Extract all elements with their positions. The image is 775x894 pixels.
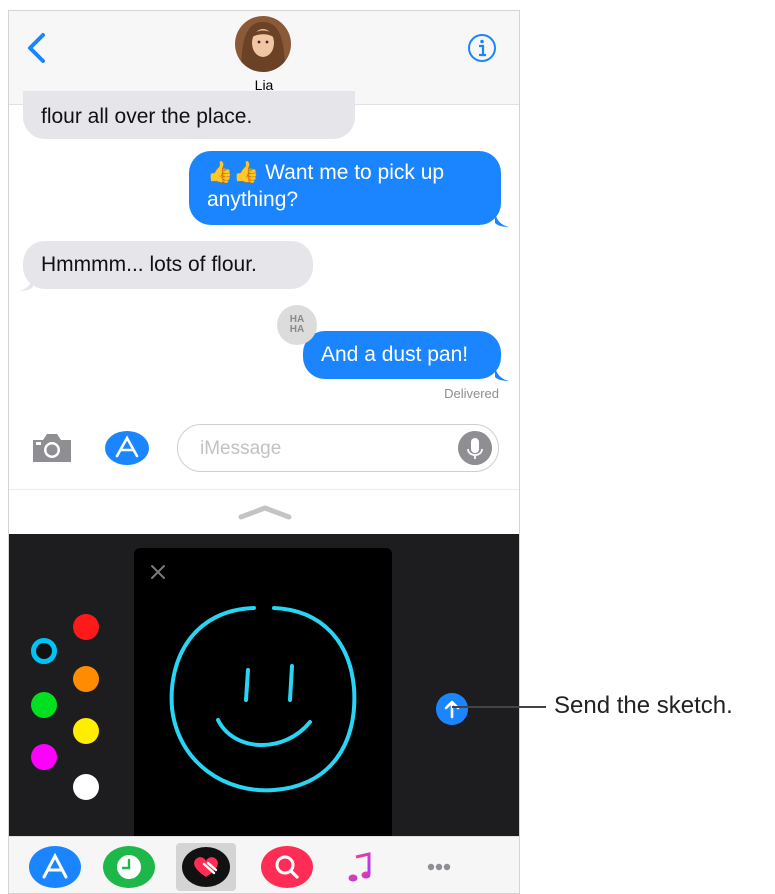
haha-tapback-icon[interactable]: HA HA — [277, 305, 317, 345]
imessage-input[interactable]: iMessage — [177, 424, 499, 472]
color-swatch-yellow[interactable] — [73, 718, 99, 744]
bubble-tail — [495, 367, 509, 381]
avatar[interactable] — [235, 16, 291, 72]
app-tray — [9, 836, 519, 893]
bubble-tail — [19, 277, 33, 291]
input-placeholder: iMessage — [200, 438, 282, 459]
digital-touch-tab[interactable] — [176, 843, 236, 891]
digital-touch-drawer — [9, 534, 519, 836]
image-search-icon[interactable] — [257, 843, 317, 891]
app-store-icon[interactable] — [103, 430, 151, 466]
bubble-tail — [495, 213, 509, 227]
message-bubble-outgoing[interactable]: 👍👍 Want me to pick up anything? — [189, 151, 501, 225]
message-bubble-incoming[interactable]: flour all over the place. — [23, 91, 355, 139]
music-icon[interactable] — [331, 843, 391, 891]
delivery-status: Delivered — [444, 386, 499, 401]
camera-icon[interactable] — [29, 430, 75, 466]
tapback-text: HA HA — [289, 314, 305, 335]
app-store-icon[interactable] — [25, 843, 85, 891]
digital-touch-icon — [182, 847, 230, 887]
info-icon[interactable] — [466, 32, 498, 64]
clock-icon[interactable] — [99, 843, 159, 891]
chevron-left-icon[interactable] — [23, 31, 53, 65]
callout-line — [452, 706, 546, 708]
chevron-up-icon[interactable] — [237, 503, 293, 521]
color-swatch-cyan[interactable] — [31, 638, 57, 664]
color-swatch-magenta[interactable] — [31, 744, 57, 770]
more-icon[interactable] — [409, 843, 469, 891]
color-swatch-white[interactable] — [73, 774, 99, 800]
color-swatch-orange[interactable] — [73, 666, 99, 692]
message-bubble-outgoing[interactable]: And a dust pan! — [303, 331, 501, 379]
microphone-icon[interactable] — [458, 431, 492, 465]
messages-screen: Lia flour all over the place. 👍👍 Want me… — [8, 10, 520, 894]
smiley-sketch — [169, 606, 357, 793]
message-bubble-incoming[interactable]: Hmmmm... lots of flour. — [23, 241, 313, 289]
color-swatch-red[interactable] — [73, 614, 99, 640]
send-sketch-button[interactable] — [436, 693, 468, 725]
callout-label: Send the sketch. — [554, 692, 733, 719]
sketch-canvas[interactable] — [134, 548, 392, 836]
color-swatch-green[interactable] — [31, 692, 57, 718]
divider — [9, 489, 519, 490]
